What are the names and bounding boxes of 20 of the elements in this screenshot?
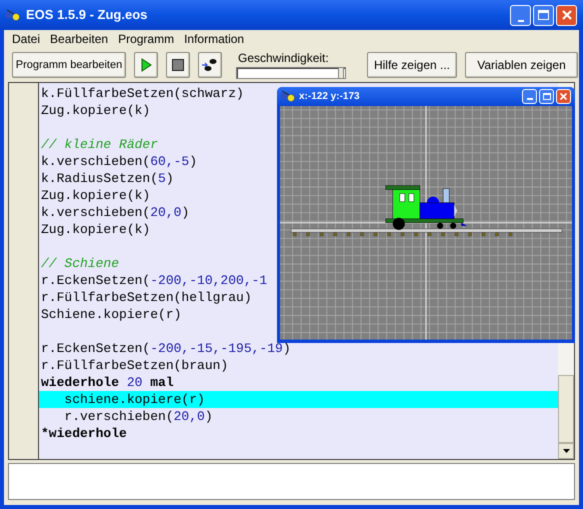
code-line: wiederhole 20 mal: [41, 375, 174, 390]
canvas-window-title: x:-122 y:-173: [299, 90, 361, 104]
code-line: // Schiene: [41, 256, 120, 271]
code-line: Schiene.kopiere(r): [41, 307, 182, 322]
code-line: Zug.kopiere(k): [41, 103, 150, 118]
code-line: k.RadiusSetzen(5): [41, 171, 174, 186]
code-line: r.FüllfarbeSetzen(braun): [41, 358, 228, 373]
code-line: schiene.kopiere(r): [63, 392, 205, 407]
code-line: *wiederhole: [41, 426, 127, 441]
code-line: Zug.kopiere(k): [41, 188, 150, 203]
window-title: EOS 1.5.9 - Zug.eos: [26, 6, 148, 24]
code-line: r.verschieben(20,0): [63, 409, 213, 424]
code-line: k.FüllfarbeSetzen(schwarz): [41, 86, 244, 101]
code-line: k.verschieben(20,0): [41, 205, 190, 220]
code-line: // kleine Räder: [41, 137, 158, 152]
code-line: Zug.kopiere(k): [41, 222, 150, 237]
code-line: r.EckenSetzen(-200,-10,200,-1: [41, 273, 268, 288]
code-line: r.FüllfarbeSetzen(hellgrau): [41, 290, 252, 305]
speed-label: Geschwindigkeit:: [238, 51, 330, 65]
code-line: k.verschieben(60,-5): [41, 154, 198, 169]
